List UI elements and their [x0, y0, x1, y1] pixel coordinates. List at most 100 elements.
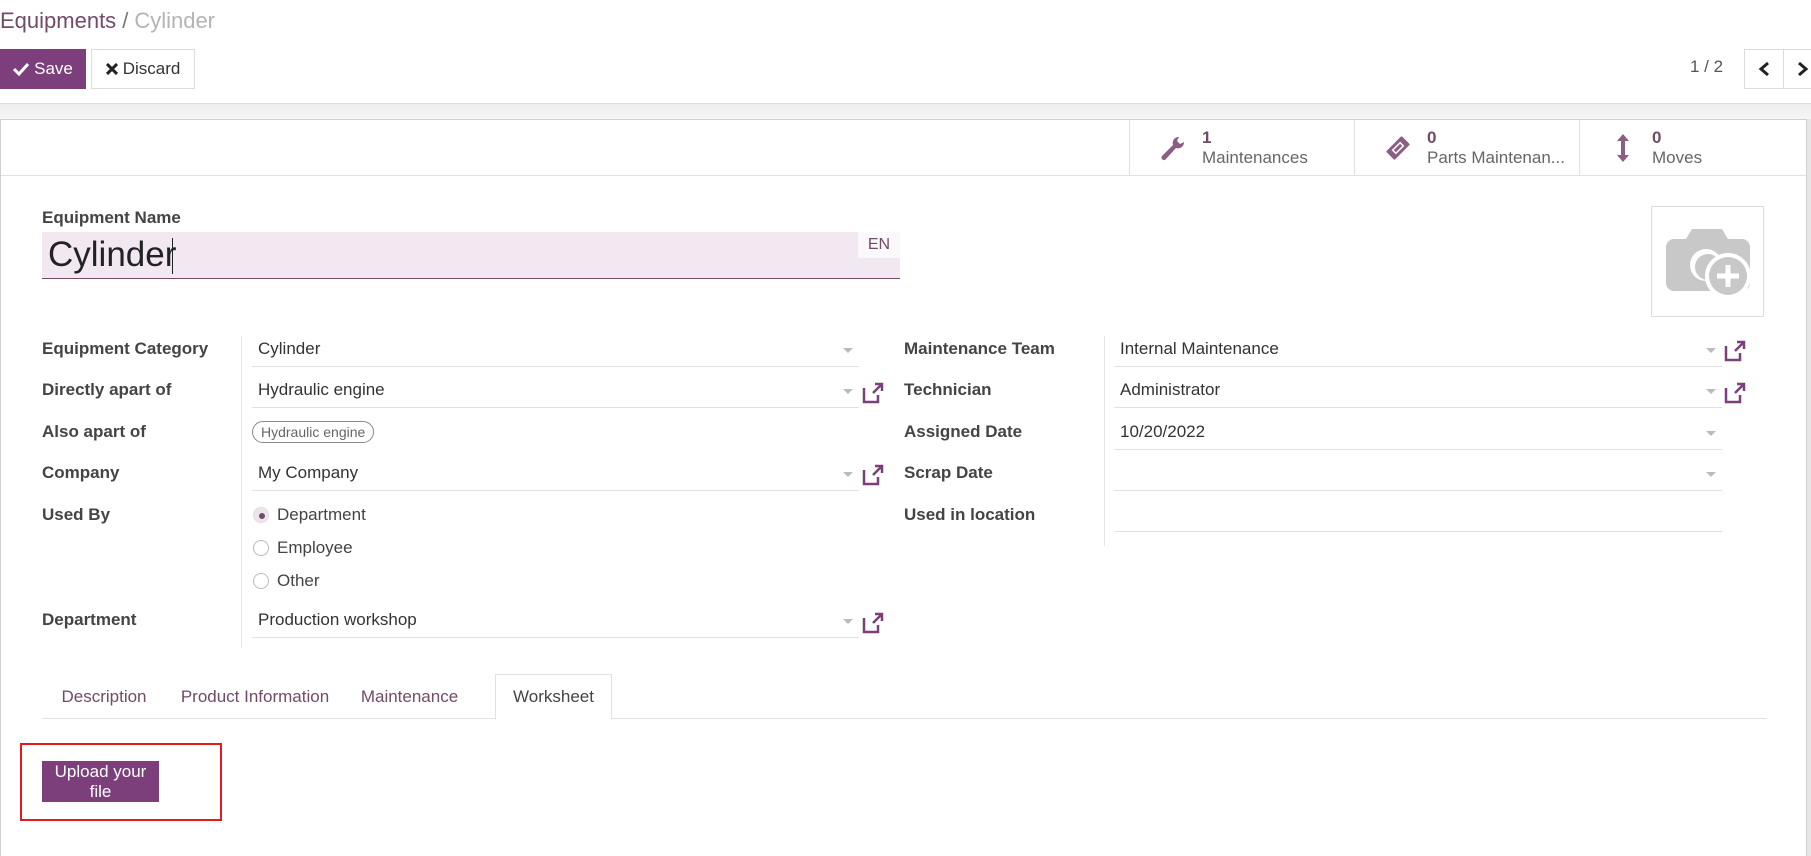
equipment-category-value: Cylinder [258, 339, 321, 358]
technician-label: Technician [904, 380, 992, 399]
right-column-divider [1104, 336, 1105, 546]
tab-description[interactable]: Description [42, 674, 166, 719]
sheet-top-gutter [0, 103, 1811, 119]
left-column-divider [241, 336, 242, 648]
also-apart-label: Also apart of [42, 422, 146, 441]
scrollbar-track[interactable] [1807, 119, 1811, 856]
button-box-divider [1, 175, 1806, 176]
also-apart-tag[interactable]: Hydraulic engine [252, 421, 375, 443]
used-by-radio-employee[interactable]: Employee [253, 538, 353, 558]
maintenance-team-value: Internal Maintenance [1120, 339, 1279, 358]
directly-apart-select[interactable]: Hydraulic engine [252, 375, 859, 408]
external-link-icon[interactable] [860, 610, 886, 636]
camera-add-icon [1665, 228, 1751, 299]
assigned-date-label: Assigned Date [904, 422, 1023, 441]
radio-label: Employee [277, 538, 353, 557]
directly-apart-value: Hydraulic engine [258, 380, 385, 399]
parts-maintenance-label: Parts Maintenan... [1427, 147, 1565, 167]
arrows-vertical-icon [1608, 133, 1638, 163]
equipment-category-select[interactable]: Cylinder [252, 334, 859, 367]
used-in-location-input[interactable] [1114, 499, 1722, 532]
radio-icon[interactable] [253, 573, 269, 589]
upload-file-button[interactable]: Upload your file [42, 761, 159, 802]
wrench-icon [1158, 133, 1188, 163]
equipment-name-label: Equipment Name [42, 208, 181, 227]
notebook-tabs: Description Product Information Maintena… [42, 674, 1767, 720]
company-label: Company [42, 463, 120, 482]
assigned-date-input[interactable]: 10/20/2022 [1114, 417, 1722, 450]
scrap-date-label: Scrap Date [904, 463, 993, 482]
radio-label: Department [277, 505, 366, 524]
tab-product-information[interactable]: Product Information [166, 674, 344, 719]
equipment-name-value: Cylinder [48, 235, 177, 274]
directly-apart-label: Directly apart of [42, 380, 172, 399]
radio-checked-icon[interactable] [253, 507, 269, 523]
dropdown-caret-icon [1706, 389, 1716, 394]
translate-button[interactable]: EN [858, 232, 900, 258]
department-label: Department [42, 610, 137, 629]
used-by-label: Used By [42, 505, 111, 524]
check-icon [13, 62, 30, 76]
dropdown-caret-icon [843, 348, 853, 353]
used-in-location-label: Used in location [904, 505, 1036, 524]
dropdown-caret-icon [843, 619, 853, 624]
scrap-date-input[interactable] [1114, 458, 1722, 491]
moves-count: 0 [1652, 127, 1662, 147]
chevron-right-icon [1798, 61, 1809, 77]
moves-stat-button[interactable]: 0 Moves [1579, 120, 1804, 175]
maintenance-team-select[interactable]: Internal Maintenance [1114, 334, 1722, 367]
maintenances-label: Maintenances [1202, 147, 1308, 167]
dropdown-caret-icon [843, 472, 853, 477]
tab-label: Worksheet [513, 687, 594, 706]
control-panel: Equipments / Cylinder Save Discard 1 / 2 [0, 0, 1811, 103]
radio-label: Other [277, 571, 320, 590]
ticket-icon [1383, 133, 1413, 163]
breadcrumb: Equipments / Cylinder [0, 8, 215, 34]
image-upload[interactable] [1651, 206, 1764, 317]
parts-maintenance-count: 0 [1427, 127, 1437, 147]
tab-label: Product Information [180, 686, 330, 706]
breadcrumb-equipments-link[interactable]: Equipments [0, 8, 116, 33]
dropdown-caret-icon [1706, 348, 1716, 353]
assigned-date-value: 10/20/2022 [1120, 422, 1206, 441]
form-sheet: 1 Maintenances 0 Parts Maintenan... 0 Mo… [0, 119, 1807, 856]
tab-label: Description [61, 686, 147, 706]
maintenance-team-label: Maintenance Team [904, 339, 1055, 358]
technician-value: Administrator [1120, 380, 1221, 399]
dropdown-caret-icon [1706, 472, 1716, 477]
maintenances-stat-button[interactable]: 1 Maintenances [1129, 120, 1354, 175]
company-value: My Company [258, 463, 359, 482]
external-link-icon[interactable] [1722, 380, 1748, 406]
pager-value[interactable]: 1 / 2 [1690, 57, 1723, 77]
pager-next-button[interactable] [1783, 49, 1811, 89]
used-by-radio-other[interactable]: Other [253, 571, 320, 591]
tab-maintenance[interactable]: Maintenance [344, 674, 475, 719]
equipment-name-input[interactable]: Cylinder EN [42, 232, 900, 279]
save-label: Save [34, 59, 73, 78]
department-value: Production workshop [258, 610, 417, 629]
discard-button[interactable]: Discard [91, 49, 195, 89]
breadcrumb-current: Cylinder [134, 8, 216, 33]
parts-maintenance-stat-button[interactable]: 0 Parts Maintenan... [1354, 120, 1579, 175]
equipment-category-label: Equipment Category [42, 339, 209, 358]
tab-worksheet[interactable]: Worksheet [495, 674, 612, 720]
dropdown-caret-icon [1706, 431, 1716, 436]
discard-label: Discard [122, 59, 181, 78]
pager-previous-button[interactable] [1744, 49, 1784, 89]
breadcrumb-separator: / [122, 8, 129, 33]
technician-select[interactable]: Administrator [1114, 375, 1722, 408]
save-button[interactable]: Save [0, 49, 86, 89]
radio-icon[interactable] [253, 540, 269, 556]
company-select[interactable]: My Company [252, 458, 859, 491]
department-select[interactable]: Production workshop [252, 605, 859, 638]
used-by-radio-department[interactable]: Department [253, 505, 366, 525]
maintenances-count: 1 [1202, 127, 1212, 147]
chevron-left-icon [1758, 61, 1769, 77]
text-cursor [172, 238, 173, 274]
external-link-icon[interactable] [860, 462, 886, 488]
tab-label: Maintenance [360, 686, 459, 706]
dropdown-caret-icon [843, 389, 853, 394]
external-link-icon[interactable] [860, 380, 886, 406]
external-link-icon[interactable] [1722, 338, 1748, 364]
close-icon [105, 63, 118, 75]
